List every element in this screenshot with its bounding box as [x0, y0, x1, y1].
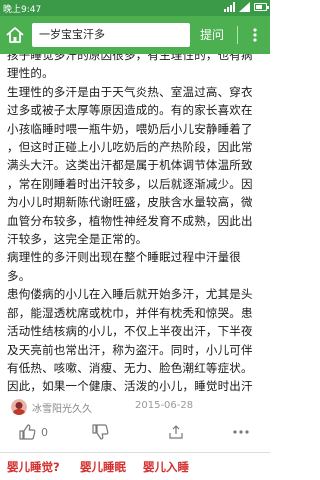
answer-line: 孩子睡觉多汗的原因很多，有生理性的，也有病 [7, 54, 253, 62]
app-header: 一岁宝宝汗多 提问 [0, 16, 270, 54]
related-link-1[interactable]: 婴儿睡觉? [7, 459, 60, 475]
avatar[interactable] [11, 399, 27, 415]
home-icon[interactable] [5, 25, 25, 45]
share-icon [169, 425, 183, 439]
related-links: 婴儿睡觉? 婴儿睡眠 婴儿入睡 [0, 456, 270, 480]
answer-line: 小孩临睡时喂一瓶牛奶，喂奶后小儿安静睡着了 [7, 121, 253, 136]
answer-line: 病理性的多汗则出现在整个睡眠过程中汗量很多。 [7, 250, 241, 283]
thumbs-down-icon [92, 424, 109, 440]
signal-icon [224, 2, 235, 12]
search-input[interactable]: 一岁宝宝汗多 [32, 23, 190, 47]
answer-line: 血管分布较多，植物性神经发育不成熟，因此出 [7, 213, 253, 228]
answer-line: 活动性结核病的小儿，不仅上半夜出汗，下半夜 [7, 324, 253, 339]
header-divider [237, 26, 238, 44]
cellular-icon [239, 2, 250, 12]
like-count: 0 [41, 425, 48, 439]
answer-actions: 0 [0, 418, 270, 446]
battery-icon [254, 3, 269, 11]
more-menu-icon[interactable] [248, 27, 262, 43]
answer-body: 孩子睡觉多汗的原因很多，有生理性的，也有病理性的。生理性的多汗是由于天气炎热、室… [0, 54, 270, 398]
answer-line: 为小儿时期新陈代谢旺盛，皮肤含水量较高，微 [7, 195, 253, 210]
answer-more-button[interactable] [232, 422, 250, 442]
related-link-3[interactable]: 婴儿入睡 [143, 459, 189, 475]
answer-line: 因此，如果一个健康、活泼的小儿，睡觉时出汗 [7, 379, 253, 394]
answer-author-row: 冰雪阳光久久 2015-06-28 [0, 398, 270, 416]
related-link-2[interactable]: 婴儿睡眠 [80, 459, 126, 475]
dislike-button[interactable] [92, 422, 109, 442]
answer-line: 汗较多，这完全是正常的。 [7, 232, 148, 247]
share-button[interactable] [168, 422, 184, 442]
answer-line: 有低热、咳嗽、消瘦、无力、脸色潮红等症状。 [7, 360, 253, 375]
answer-line: 生理性的多汗是由于天气炎热、室温过高、穿衣 [7, 84, 253, 99]
status-time: 晚上9:47 [3, 5, 42, 15]
answer-date: 2015-06-28 [135, 400, 194, 411]
status-icons [224, 2, 269, 12]
answer-line: 过多或被子太厚等原因造成的。有的家长喜欢在 [7, 103, 253, 118]
section-divider [0, 452, 270, 453]
thumbs-up-icon [19, 424, 36, 440]
answer-line: ，常在刚睡着时出汗较多，以后就逐渐减少。因 [7, 176, 253, 191]
like-button[interactable]: 0 [19, 422, 48, 442]
answer-line: 及天亮前也常出汗，称为盗汗。同时，小儿可伴 [7, 342, 253, 357]
status-bar: 晚上9:47 [0, 0, 270, 16]
more-icon [233, 430, 249, 434]
answer-line: 满头大汗。这类出汗都是属于机体调节体温所致 [7, 158, 253, 173]
answer-line: 部，能湿透枕席或枕巾，并伴有枕秃和惊哭。患 [7, 305, 253, 320]
ask-question-button[interactable]: 提问 [200, 24, 224, 46]
answer-line: ，但这时正碰上小儿吃奶后的产热阶段，因此常 [7, 140, 253, 155]
author-name[interactable]: 冰雪阳光久久 [32, 400, 92, 415]
answer-content: 孩子睡觉多汗的原因很多，有生理性的，也有病理性的。生理性的多汗是由于天气炎热、室… [0, 54, 270, 398]
answer-line: 患佝偻病的小儿在入睡后就开始多汗，尤其是头 [7, 287, 253, 302]
answer-line: 理性的。 [7, 66, 54, 81]
